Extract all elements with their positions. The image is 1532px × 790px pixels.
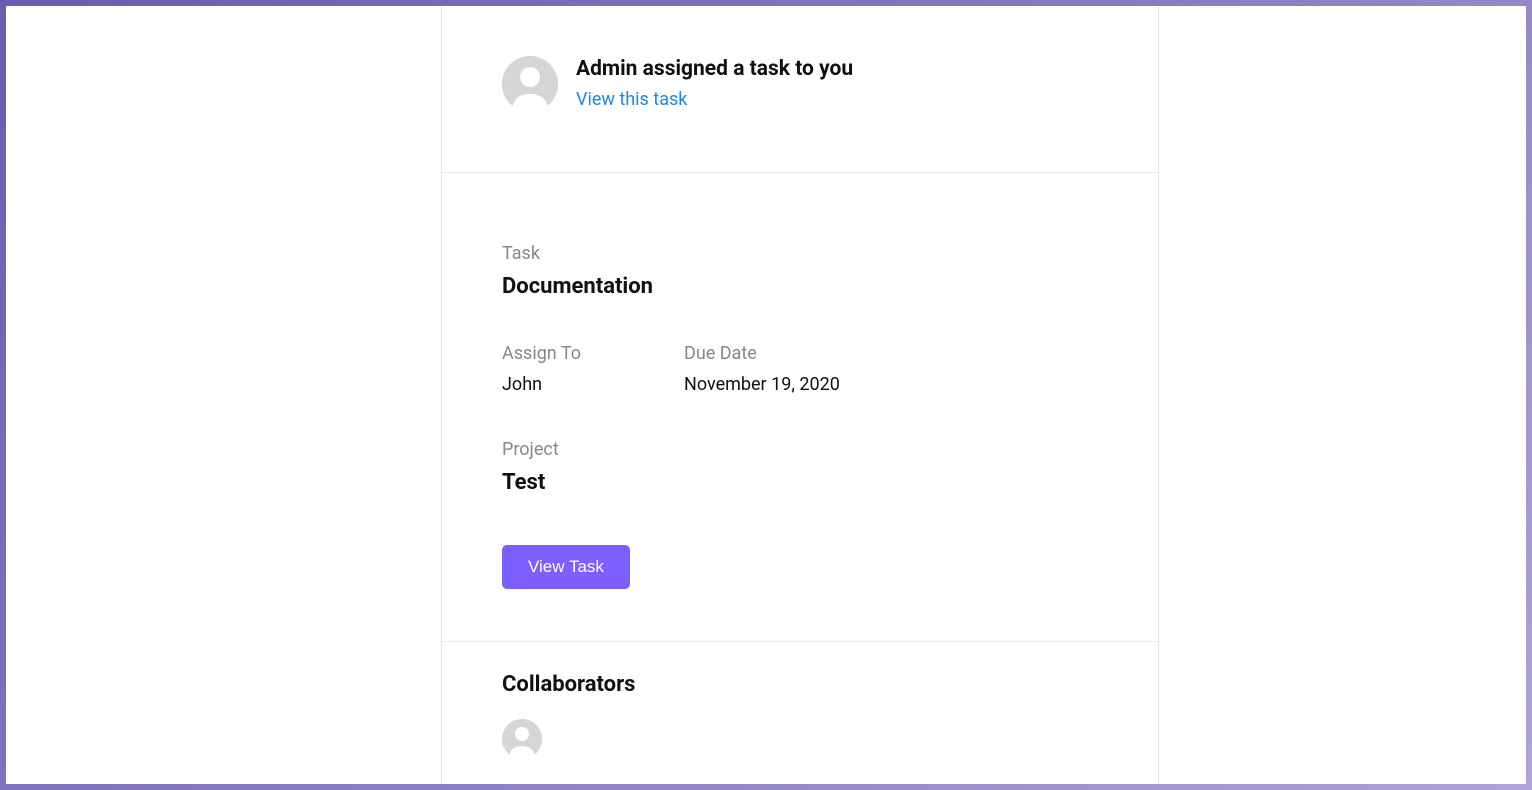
task-name-field: Task Documentation — [502, 243, 1098, 299]
avatar-placeholder-icon — [502, 56, 558, 112]
task-label: Task — [502, 243, 1098, 264]
project-label: Project — [502, 439, 1098, 460]
header-text-block: Admin assigned a task to you View this t… — [576, 56, 853, 110]
collaborator-avatar — [502, 719, 542, 759]
collaborators-title: Collaborators — [502, 672, 1098, 697]
due-date-field: Due Date November 19, 2020 — [684, 343, 1098, 395]
sender-avatar — [502, 56, 558, 112]
assign-due-row: Assign To John Due Date November 19, 202… — [502, 343, 1098, 395]
notification-title: Admin assigned a task to you — [576, 56, 853, 83]
project-field: Project Test — [502, 439, 1098, 495]
assign-to-field: Assign To John — [502, 343, 684, 395]
assign-to-value: John — [502, 374, 684, 395]
view-task-link[interactable]: View this task — [576, 89, 853, 110]
project-value: Test — [502, 470, 1098, 495]
due-date-label: Due Date — [684, 343, 1098, 364]
collaborators-section: Collaborators — [442, 642, 1158, 779]
avatar-placeholder-icon — [502, 719, 542, 759]
due-date-value: November 19, 2020 — [684, 374, 1098, 395]
task-name-value: Documentation — [502, 274, 1098, 299]
view-task-button[interactable]: View Task — [502, 545, 630, 589]
task-details-section: Task Documentation Assign To John Due Da… — [442, 173, 1158, 642]
assign-to-label: Assign To — [502, 343, 684, 364]
notification-header: Admin assigned a task to you View this t… — [442, 6, 1158, 173]
page-background: Admin assigned a task to you View this t… — [6, 6, 1526, 784]
notification-card: Admin assigned a task to you View this t… — [441, 6, 1159, 784]
